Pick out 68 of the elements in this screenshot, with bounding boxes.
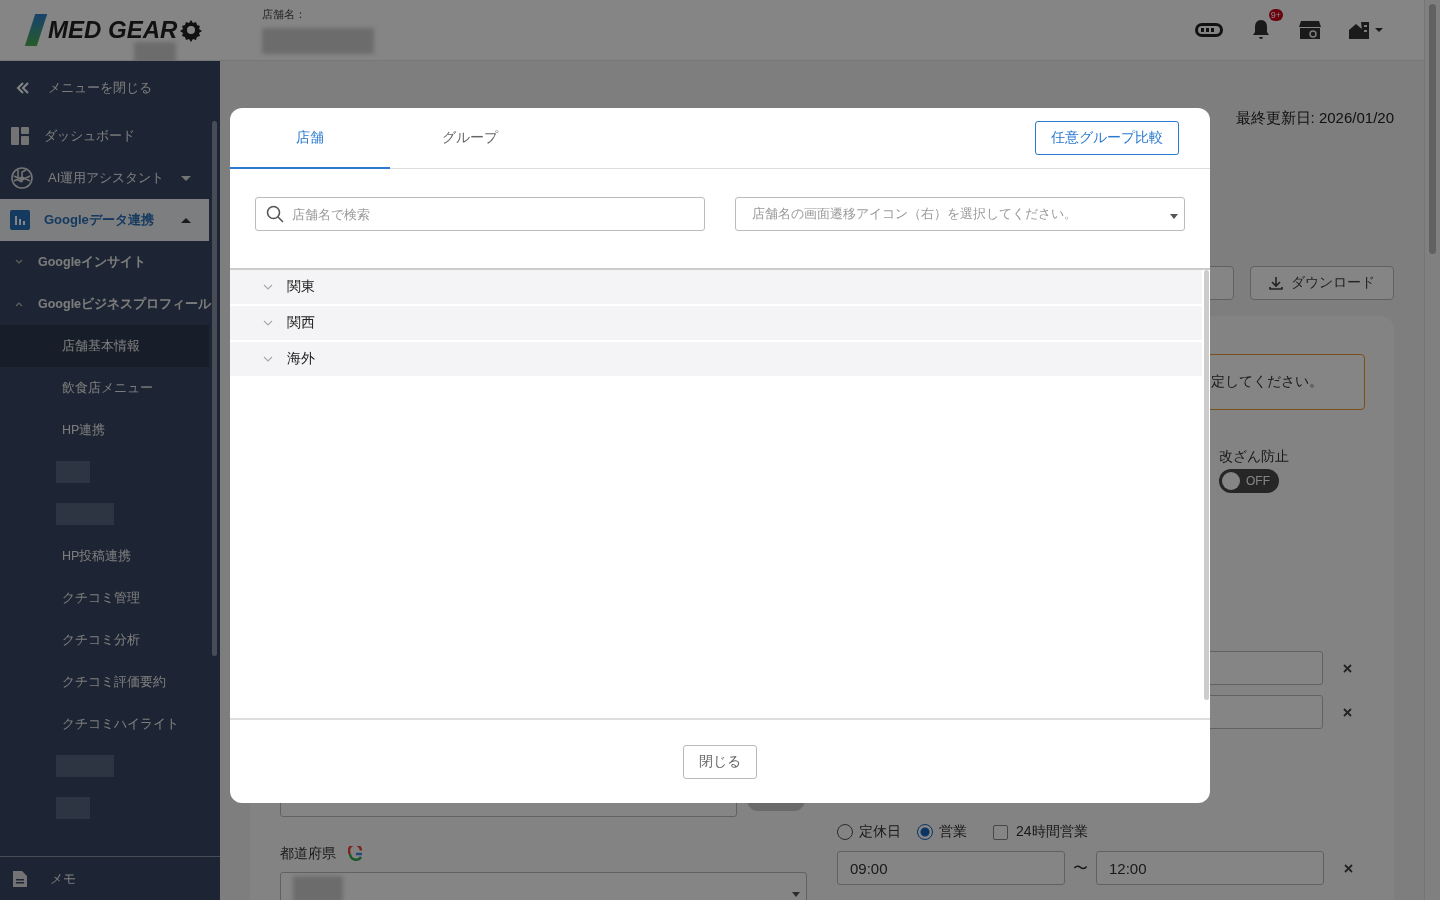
scrollbar-thumb[interactable] xyxy=(1429,4,1436,254)
sidebar-item[interactable]: クチコミ分析 xyxy=(0,619,209,661)
toggle-state-text: OFF xyxy=(1246,474,1270,488)
caret-icon xyxy=(181,175,191,181)
region-row[interactable]: 海外 xyxy=(230,342,1202,376)
radio-option[interactable]: 定休日 xyxy=(837,823,901,841)
caret-icon xyxy=(181,217,191,223)
sidebar-item[interactable]: 飲食店メニュー xyxy=(0,367,209,409)
toggle-icon[interactable] xyxy=(1195,23,1223,37)
memo-link[interactable]: メモ xyxy=(0,856,220,900)
search-field[interactable]: 店舗名で検索 xyxy=(255,197,705,231)
close-time-field[interactable]: 12:00 xyxy=(1096,851,1324,885)
sidebar-item[interactable]: HP投稿連携 xyxy=(0,535,209,577)
notification-badge: 9+ xyxy=(1268,9,1283,21)
chevron-icon xyxy=(15,301,23,307)
download-button[interactable]: ダウンロード xyxy=(1250,266,1394,300)
alert-text: 定してください。 xyxy=(1211,373,1323,391)
region-row[interactable]: 関西 xyxy=(230,306,1202,340)
radio-option[interactable]: 営業 xyxy=(917,823,967,841)
prefecture-label: 都道府県 xyxy=(280,845,336,863)
notification-bell-icon[interactable] xyxy=(1251,19,1271,41)
close-menu-link[interactable]: メニューを閉じる xyxy=(0,61,220,115)
dropdown-arrow-icon xyxy=(1170,214,1178,219)
building-icon[interactable] xyxy=(1349,19,1385,41)
knot-icon xyxy=(10,166,34,190)
chevron-icon xyxy=(263,356,273,362)
sidebar-item[interactable]: クチコミハイライト xyxy=(0,703,209,745)
last-updated-text: 最終更新日: 2026/01/20 xyxy=(1235,109,1394,128)
scrollbar-thumb[interactable] xyxy=(212,121,217,656)
store-label: 店舗名： xyxy=(262,6,307,22)
tamper-protection-label: 改ざん防止 xyxy=(1219,448,1290,466)
checkbox-option[interactable]: 24時間営業 xyxy=(983,823,1088,841)
dropdown-arrow-icon xyxy=(792,892,800,897)
sidebar-item[interactable]: AI運用アシスタント xyxy=(0,157,209,199)
double-chevron-left-icon xyxy=(16,82,30,94)
tab[interactable]: 店舗 xyxy=(230,108,390,169)
region-row[interactable]: 関東 xyxy=(230,270,1202,304)
tab[interactable]: グループ xyxy=(390,108,550,169)
sidebar-item[interactable]: クチコミ管理 xyxy=(0,577,209,619)
store-icon[interactable] xyxy=(1299,20,1321,40)
compare-groups-button[interactable]: 任意グループ比較 xyxy=(1035,121,1179,155)
chevron-icon xyxy=(15,259,23,265)
close-icon[interactable] xyxy=(1344,863,1353,873)
sidebar-item[interactable]: Googleインサイト xyxy=(0,241,220,283)
tamper-toggle[interactable]: OFF xyxy=(1219,469,1279,493)
chevron-icon xyxy=(263,284,273,290)
chevron-icon xyxy=(263,320,273,326)
close-button[interactable]: 閉じる xyxy=(683,744,757,779)
download-icon xyxy=(1269,276,1283,290)
scrollbar-thumb[interactable] xyxy=(1204,270,1209,700)
open-time-field[interactable]: 09:00 xyxy=(837,851,1065,885)
sidebar-item[interactable]: ダッシュボード xyxy=(0,115,209,157)
logo-text: MED GEAR xyxy=(48,16,178,44)
search-icon xyxy=(266,205,284,223)
sidebar-item[interactable]: クチコミ評価要約 xyxy=(0,661,209,703)
gear-icon xyxy=(179,18,204,42)
store-select[interactable]: 店舗名の画面遷移アイコン（右）を選択してください。 xyxy=(735,197,1185,231)
sidebar-item[interactable]: HP連携 xyxy=(0,409,209,451)
sidebar-item[interactable]: Googleデータ連携 xyxy=(0,199,209,241)
range-separator: 〜 xyxy=(1073,858,1088,878)
dashboard-icon xyxy=(10,126,30,146)
sidebar-item[interactable]: Googleビジネスプロフィール xyxy=(0,283,220,325)
close-icon[interactable] xyxy=(1343,707,1352,717)
google-g-icon xyxy=(348,846,364,862)
sidebar-item[interactable]: 店舗基本情報 xyxy=(0,325,209,367)
document-icon xyxy=(12,869,28,888)
bar-chart-icon xyxy=(10,210,30,230)
close-icon[interactable] xyxy=(1343,663,1352,673)
